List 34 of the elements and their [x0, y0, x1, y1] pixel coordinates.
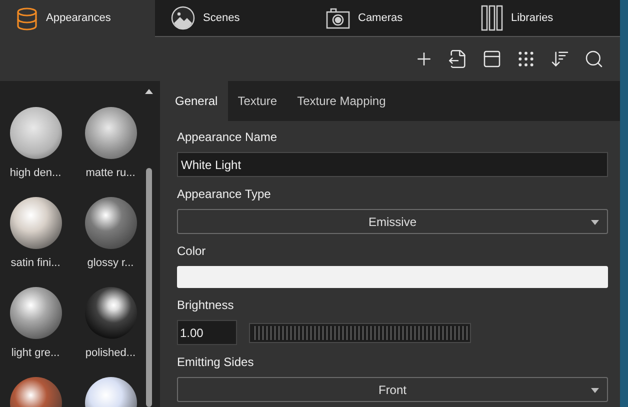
color-swatch[interactable]	[177, 266, 608, 288]
caret-icon	[591, 388, 599, 393]
material-label[interactable]: high den...	[10, 165, 62, 182]
panel-icon[interactable]	[482, 49, 502, 69]
brightness-input[interactable]: 1.00	[177, 320, 237, 345]
caret-icon	[591, 220, 599, 225]
scrollbar-thumb[interactable]	[146, 168, 152, 407]
material-label[interactable]: polished...	[85, 345, 136, 362]
books-icon	[481, 5, 503, 31]
slider-track[interactable]	[249, 322, 471, 342]
name-input[interactable]: White Light	[177, 152, 608, 177]
sort-icon[interactable]	[550, 49, 570, 69]
landscape-icon	[171, 6, 195, 30]
scroll-up-icon[interactable]	[145, 89, 153, 94]
main-tab[interactable]: Appearances	[0, 0, 155, 37]
field-label: Brightness	[177, 297, 235, 314]
field-label: Appearance Type	[177, 186, 272, 203]
dropdown[interactable]: Emissive	[177, 209, 608, 234]
material-label[interactable]: glossy r...	[87, 255, 134, 272]
search-icon[interactable]	[584, 49, 604, 69]
export-file-icon[interactable]	[448, 49, 468, 69]
field-label: Appearance Name	[177, 129, 278, 146]
editor-tab[interactable]: Texture	[228, 81, 288, 121]
camera-icon	[326, 7, 350, 29]
grid-icon[interactable]	[516, 49, 536, 69]
material-label[interactable]: matte ru...	[86, 165, 136, 182]
editor-tab[interactable]: Texture Mapping	[287, 81, 396, 121]
field-label: Color	[177, 243, 207, 260]
editor-tab[interactable]: General	[165, 81, 228, 121]
field-label: Emitting Sides	[177, 354, 255, 371]
material-label[interactable]: light gre...	[11, 345, 60, 362]
bucket-icon	[16, 6, 38, 30]
material-label[interactable]: satin fini...	[10, 255, 60, 272]
dropdown[interactable]: Front	[177, 377, 608, 402]
